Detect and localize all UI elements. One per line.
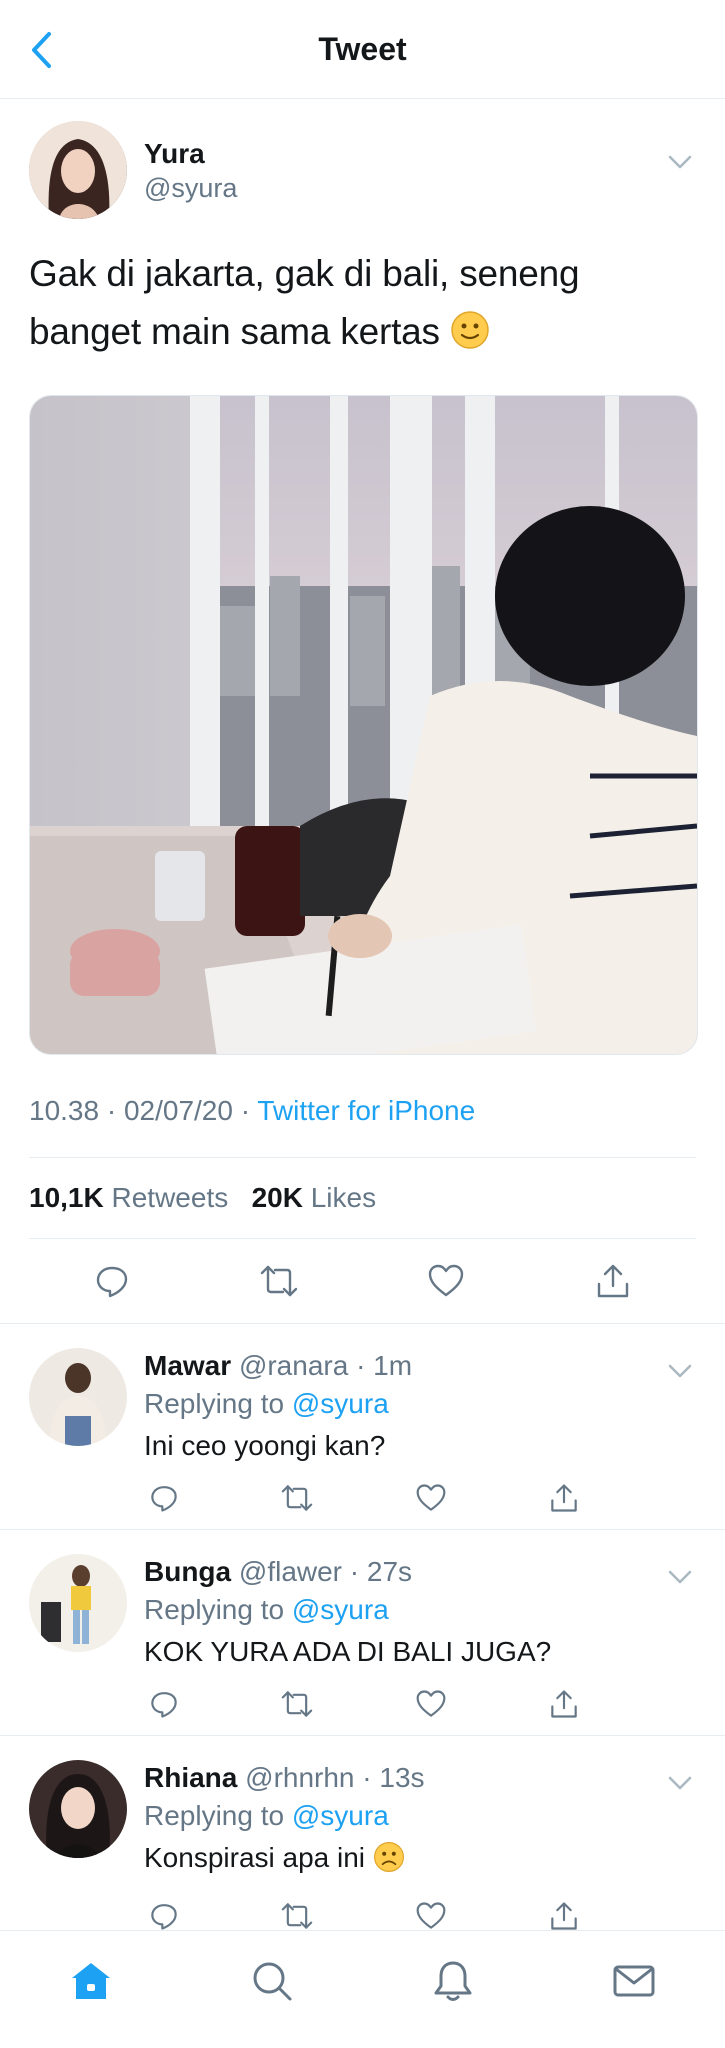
reply-author-name[interactable]: Mawar xyxy=(144,1350,231,1381)
tweet-options-button[interactable] xyxy=(665,147,695,177)
reply-icon xyxy=(97,1266,128,1298)
retweet-icon xyxy=(282,1903,313,1929)
heart-icon xyxy=(416,1690,446,1717)
bottom-tab-bar xyxy=(0,1930,725,2048)
chevron-down-icon xyxy=(668,155,692,169)
tweet-stats: 10,1K Retweets 20K Likes xyxy=(29,1158,696,1238)
top-bar: Tweet xyxy=(0,0,725,99)
reply-icon xyxy=(151,1486,177,1512)
tweet-actions xyxy=(29,1239,696,1323)
chevron-down-icon xyxy=(668,1364,692,1378)
reply-author-name[interactable]: Rhiana xyxy=(144,1762,237,1793)
like-button[interactable] xyxy=(411,1684,451,1724)
main-tweet: Yura @syura Gak di jakarta, gak di bali,… xyxy=(0,99,725,1323)
tweet-timestamp: 10.38 · 02/07/20 · xyxy=(29,1095,258,1126)
retweets-stat[interactable]: 10,1K Retweets xyxy=(29,1182,228,1213)
reply-options-button[interactable] xyxy=(665,1768,695,1798)
replying-to-link[interactable]: @syura xyxy=(292,1594,389,1625)
slightly-smiling-face-emoji xyxy=(450,309,490,367)
frowning-face-emoji xyxy=(373,1841,405,1886)
chevron-left-icon xyxy=(32,32,51,68)
reply-options-button[interactable] xyxy=(665,1356,695,1386)
tweet-author: Yura @syura xyxy=(29,121,696,219)
share-icon xyxy=(551,1902,577,1930)
tweet-client-link[interactable]: Twitter for iPhone xyxy=(257,1095,475,1126)
likes-stat[interactable]: 20K Likes xyxy=(252,1182,377,1213)
reply-author-name[interactable]: Bunga xyxy=(144,1556,231,1587)
share-icon xyxy=(597,1264,628,1298)
reply-actions xyxy=(144,1684,584,1724)
search-icon xyxy=(253,1962,292,2001)
replying-to-link[interactable]: @syura xyxy=(292,1800,389,1831)
reply-actions xyxy=(144,1478,584,1518)
retweet-button[interactable] xyxy=(277,1478,317,1518)
tweet-text: Gak di jakarta, gak di bali, seneng bang… xyxy=(29,245,696,367)
tab-home[interactable] xyxy=(61,1951,121,2011)
retweet-icon xyxy=(282,1691,313,1717)
retweet-button[interactable] xyxy=(277,1684,317,1724)
home-icon xyxy=(71,1963,110,1999)
reply-button[interactable] xyxy=(144,1684,184,1724)
reply-item[interactable]: Mawar @ranara · 1m Replying to @syura In… xyxy=(0,1324,725,1530)
like-button[interactable] xyxy=(411,1478,451,1518)
share-button[interactable] xyxy=(588,1256,638,1306)
chevron-down-icon xyxy=(668,1570,692,1584)
share-button[interactable] xyxy=(544,1684,584,1724)
replying-to: Replying to @syura xyxy=(144,1594,389,1625)
page-title: Tweet xyxy=(318,30,407,67)
reply-handle-time: @ranara · 1m xyxy=(238,1350,413,1381)
messages-envelope-icon xyxy=(613,1965,655,1997)
reply-item[interactable]: Rhiana @rhnrhn · 13s Replying to @syura … xyxy=(0,1736,725,1942)
chevron-down-icon xyxy=(668,1776,692,1790)
reply-options-button[interactable] xyxy=(665,1562,695,1592)
replying-to: Replying to @syura xyxy=(144,1800,389,1831)
tab-search[interactable] xyxy=(242,1951,302,2011)
share-button[interactable] xyxy=(544,1478,584,1518)
replying-to: Replying to @syura xyxy=(144,1388,389,1419)
heart-icon xyxy=(416,1902,446,1929)
share-icon xyxy=(551,1690,577,1718)
reply-button[interactable] xyxy=(87,1256,137,1306)
reply-button[interactable] xyxy=(144,1478,184,1518)
tab-notifications[interactable] xyxy=(423,1951,483,2011)
avatar[interactable] xyxy=(29,1348,127,1446)
tweet-meta: 10.38 · 02/07/20 · Twitter for iPhone xyxy=(29,1095,696,1127)
notifications-bell-icon xyxy=(434,1961,472,2001)
retweet-button[interactable] xyxy=(254,1256,304,1306)
share-icon xyxy=(551,1484,577,1512)
retweet-icon xyxy=(282,1485,313,1511)
avatar[interactable] xyxy=(29,121,127,219)
reply-handle-time: @rhnrhn · 13s xyxy=(245,1762,425,1793)
like-button[interactable] xyxy=(421,1256,471,1306)
tweet-photo[interactable] xyxy=(29,395,698,1055)
heart-icon xyxy=(428,1264,464,1297)
tab-messages[interactable] xyxy=(604,1951,664,2011)
reply-text: Konspirasi apa ini xyxy=(144,1836,696,1886)
reply-text: KOK YURA ADA DI BALI JUGA? xyxy=(144,1636,552,1667)
avatar[interactable] xyxy=(29,1554,127,1652)
back-button[interactable] xyxy=(24,30,58,70)
avatar[interactable] xyxy=(29,1760,127,1858)
author-handle[interactable]: @syura xyxy=(144,171,237,205)
heart-icon xyxy=(416,1484,446,1511)
replying-to-link[interactable]: @syura xyxy=(292,1388,389,1419)
reply-text-content: Konspirasi apa ini xyxy=(144,1842,366,1873)
author-display-name[interactable]: Yura xyxy=(144,137,237,171)
reply-icon xyxy=(151,1692,177,1718)
reply-icon xyxy=(151,1904,177,1930)
reply-item[interactable]: Bunga @flawer · 27s Replying to @syura K… xyxy=(0,1530,725,1736)
reply-text: Ini ceo yoongi kan? xyxy=(144,1430,386,1461)
reply-handle-time: @flawer · 27s xyxy=(238,1556,413,1587)
retweet-icon xyxy=(260,1265,298,1297)
tweet-text-content: Gak di jakarta, gak di bali, seneng bang… xyxy=(29,253,580,352)
